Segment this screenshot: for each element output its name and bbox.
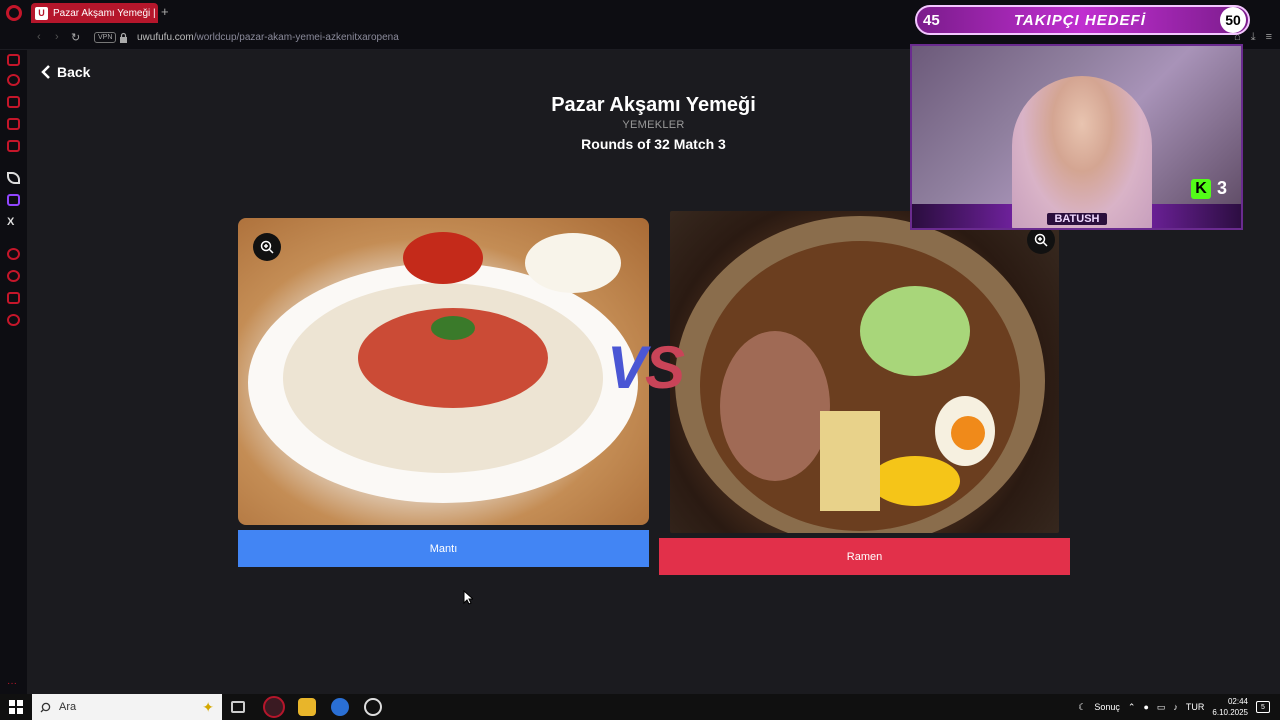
circle-icon[interactable]	[7, 248, 20, 260]
goal-label: TAKIPÇI HEDEFİ	[1013, 11, 1146, 29]
file-explorer-icon[interactable]	[298, 698, 316, 716]
more-icon[interactable]: ···	[7, 678, 17, 689]
follower-goal-bar: 45 TAKIPÇI HEDEFİ 50	[915, 5, 1250, 35]
taskbar: Ara ✦ ☾ Sonuç ⌃ ● ▭ ♪ TUR 02:44 6.10.202…	[0, 694, 1280, 720]
windows-start-icon[interactable]	[9, 700, 23, 714]
choose-ramen-button[interactable]: Ramen	[659, 538, 1070, 575]
vs-s: S	[645, 334, 685, 401]
language-label[interactable]: TUR	[1186, 702, 1205, 712]
notification-icon[interactable]: 5	[1256, 701, 1270, 713]
url-field[interactable]: uwufufu.com/worldcup/pazar-akam-yemei-az…	[137, 32, 399, 43]
goal-target: 50	[1220, 7, 1246, 33]
clock-date: 6.10.2025	[1212, 708, 1248, 717]
zoom-right-button[interactable]	[1027, 226, 1055, 254]
url-path: /worldcup/pazar-akam-yemei-azkenitxarope…	[193, 32, 399, 43]
chevron-up-icon[interactable]: ⌃	[1128, 702, 1136, 713]
browser-taskbar-icon[interactable]	[331, 698, 349, 716]
choose-manti-button[interactable]: Mantı	[238, 530, 649, 567]
back-button[interactable]: Back	[41, 64, 90, 80]
tab-title: Pazar Akşamı Yemeği | Uw	[53, 7, 158, 19]
opera-taskbar-icon[interactable]	[263, 696, 285, 718]
url-host: uwufufu.com	[137, 32, 194, 43]
zoom-in-icon	[260, 240, 274, 254]
goal-current: 45	[923, 11, 940, 29]
clock-time: 02:44	[1227, 697, 1248, 706]
taskbar-search[interactable]: Ara ✦	[32, 694, 222, 720]
weather-label[interactable]: Sonuç	[1094, 702, 1120, 712]
kick-count: 3	[1216, 178, 1227, 198]
kick-logo-icon: K	[1190, 178, 1211, 199]
site-favicon-icon: U	[35, 6, 48, 20]
zoom-left-button[interactable]	[253, 233, 281, 261]
twitch-icon[interactable]	[7, 194, 20, 206]
ramen-image[interactable]	[670, 211, 1059, 533]
refresh-icon[interactable]	[7, 74, 20, 86]
history-icon[interactable]	[7, 270, 20, 282]
task-view-icon[interactable]	[231, 701, 245, 713]
menu-icon[interactable]: ≡	[1266, 31, 1272, 44]
search-icon	[40, 702, 51, 712]
streamer-name: BATUSH	[1047, 213, 1107, 225]
sparkle-icon: ✦	[202, 699, 214, 715]
kick-badge: K 3	[1190, 178, 1227, 199]
browser-sidebar: X ···	[0, 50, 27, 694]
aria-icon[interactable]	[7, 172, 20, 184]
volume-icon[interactable]: ♪	[1173, 702, 1178, 712]
network-icon[interactable]: ▭	[1157, 702, 1166, 713]
reload-icon[interactable]: ↻	[71, 31, 80, 44]
forward-arrow-icon[interactable]: ›	[55, 31, 59, 43]
settings-icon[interactable]	[7, 314, 20, 326]
music-icon[interactable]	[7, 140, 20, 152]
manti-image[interactable]	[238, 218, 649, 525]
webcam-overlay: K 3 BATUSH	[910, 44, 1243, 230]
back-label: Back	[57, 64, 91, 80]
opera-logo-icon[interactable]	[6, 5, 22, 21]
chat-icon[interactable]	[7, 118, 20, 130]
chevron-left-icon	[41, 65, 50, 79]
mouse-cursor-icon	[463, 590, 473, 605]
bag-icon[interactable]	[7, 96, 20, 108]
streamer-figure	[1012, 76, 1152, 228]
extensions-icon[interactable]	[7, 292, 20, 304]
app-taskbar-icon[interactable]	[364, 698, 382, 716]
system-tray: ☾ Sonuç ⌃ ● ▭ ♪ TUR 02:44 6.10.2025 5	[1078, 694, 1280, 720]
x-icon[interactable]: X	[7, 216, 20, 228]
tab-active[interactable]: U Pazar Akşamı Yemeği | Uw	[31, 3, 158, 23]
search-placeholder: Ara	[59, 701, 77, 713]
lock-icon	[120, 32, 127, 43]
messenger-icon[interactable]	[7, 54, 20, 66]
vs-v: V	[607, 334, 647, 401]
vs-label: VS	[607, 333, 685, 402]
manti-plate-illustration	[248, 232, 638, 503]
new-tab-button[interactable]: +	[161, 4, 169, 19]
zoom-in-icon	[1034, 233, 1048, 247]
download-icon[interactable]: ⤓	[1251, 31, 1256, 44]
vpn-badge[interactable]: VPN	[94, 32, 117, 43]
clock[interactable]: 02:44 6.10.2025	[1212, 696, 1248, 718]
microphone-icon[interactable]: ●	[1143, 702, 1148, 712]
back-arrow-icon[interactable]: ‹	[37, 31, 41, 43]
weather-icon[interactable]: ☾	[1078, 702, 1086, 713]
ramen-bowl-illustration	[675, 216, 1045, 533]
